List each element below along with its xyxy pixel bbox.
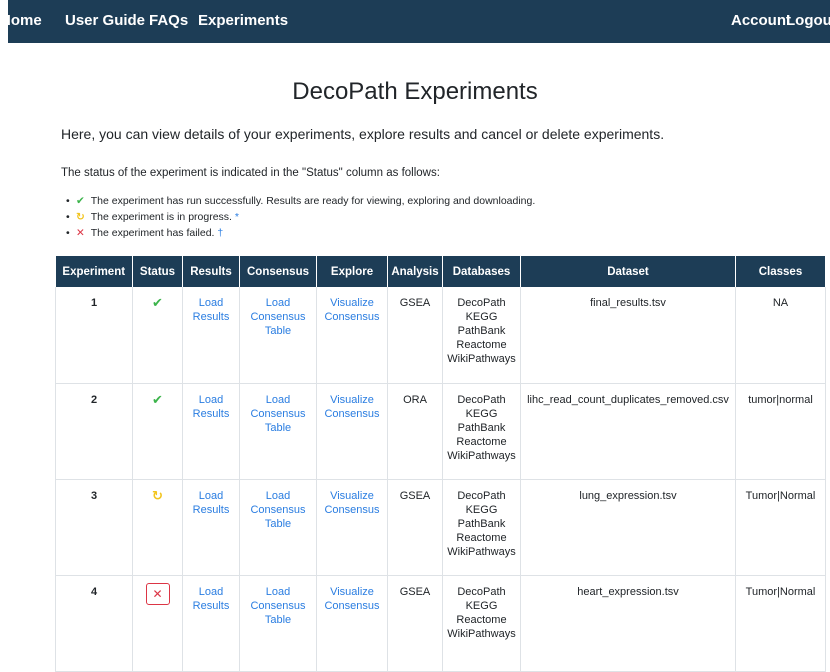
status-cell: ↻ (132, 479, 183, 576)
experiment-id: 2 (55, 383, 133, 480)
database-name: PathBank (457, 421, 506, 434)
table-header-row: Experiment Status Results Consensus Expl… (55, 256, 826, 287)
table-row: 1 ✔ Load Results Load Consensus Table Visual… (55, 287, 826, 384)
failed-icon: ✕ (76, 227, 85, 239)
database-name: DecoPath (457, 489, 506, 502)
database-name: KEGG (465, 503, 498, 516)
column-header-databases: Databases (442, 256, 521, 287)
classes-cell: NA (735, 287, 826, 384)
database-name: DecoPath (457, 393, 506, 406)
legend-item-failed: • ✕ The experiment has failed. † (66, 227, 224, 239)
analysis-cell: GSEA (387, 479, 443, 576)
analysis-cell: ORA (387, 383, 443, 480)
database-name: Reactome (456, 435, 507, 448)
nav-logout-link[interactable]: Logout (786, 12, 830, 30)
footnote-link[interactable]: † (217, 227, 223, 239)
load-consensus-table-link[interactable]: Load Consensus Table (250, 297, 305, 337)
nav-user-guide-link[interactable]: User Guide (65, 12, 145, 30)
database-name: DecoPath (457, 297, 506, 309)
column-header-classes: Classes (735, 256, 826, 287)
database-name: WikiPathways (447, 449, 516, 462)
status-note: The status of the experiment is indicate… (61, 167, 440, 179)
status-cell: ✔ (132, 287, 183, 384)
nav-account-link[interactable]: Account (731, 12, 791, 30)
visualize-consensus-link[interactable]: Visualize Consensus (324, 394, 379, 420)
check-icon: ✔ (152, 295, 163, 310)
database-name: PathBank (457, 517, 506, 530)
legend-item-success: • ✔ The experiment has run successfully. … (66, 195, 536, 207)
legend-text: The experiment has failed. (90, 227, 215, 239)
load-consensus-table-link[interactable]: Load Consensus Table (250, 394, 305, 434)
database-name: KEGG (465, 599, 498, 612)
load-consensus-table-link[interactable]: Load Consensus Table (250, 490, 305, 530)
table-row: 3 ↻ Load Results Load Consensus Table Visual… (55, 479, 826, 576)
column-header-dataset: Dataset (520, 256, 736, 287)
intro-text: Here, you can view details of your exper… (61, 126, 665, 142)
table-body: 1 ✔ Load Results Load Consensus Table Visual… (55, 287, 826, 672)
top-navbar: Home User Guide FAQs Experiments Account… (0, 0, 830, 43)
databases-cell: DecoPath KEGG PathBank Reactome WikiPathways (442, 383, 521, 480)
column-header-results: Results (182, 256, 240, 287)
load-results-link[interactable]: Load Results (193, 490, 230, 516)
nav-faqs-link[interactable]: FAQs (149, 12, 188, 30)
table-row: 4 ✕ Load Results Load Consensus Table Visual… (55, 575, 826, 672)
status-cell: ✕ (132, 575, 183, 672)
database-name: WikiPathways (447, 627, 516, 640)
classes-cell: Tumor|Normal (735, 479, 826, 576)
load-results-link[interactable]: Load Results (193, 586, 230, 612)
experiment-id: 1 (55, 287, 133, 384)
database-name: WikiPathways (447, 353, 516, 365)
visualize-consensus-link[interactable]: Visualize Consensus (324, 586, 379, 612)
database-name: KEGG (465, 311, 498, 323)
column-header-experiment: Experiment (55, 256, 133, 287)
analysis-cell: GSEA (387, 575, 443, 672)
analysis-cell: GSEA (387, 287, 443, 384)
load-results-link[interactable]: Load Results (193, 297, 230, 323)
database-name: Reactome (456, 613, 507, 626)
database-name: KEGG (465, 407, 498, 420)
check-icon: ✔ (76, 195, 85, 207)
load-consensus-table-link[interactable]: Load Consensus Table (250, 586, 305, 626)
experiment-id: 3 (55, 479, 133, 576)
nav-experiments-link[interactable]: Experiments (198, 12, 288, 30)
in-progress-icon: ↻ (152, 487, 163, 503)
databases-cell: DecoPath KEGG Reactome WikiPathways (442, 575, 521, 672)
experiment-id: 4 (55, 575, 133, 672)
classes-cell: Tumor|Normal (735, 575, 826, 672)
database-name: PathBank (457, 325, 506, 337)
column-header-analysis: Analysis (387, 256, 443, 287)
column-header-status: Status (132, 256, 183, 287)
column-header-consensus: Consensus (239, 256, 317, 287)
failed-icon[interactable]: ✕ (145, 582, 170, 605)
database-name: Reactome (456, 531, 507, 544)
databases-cell: DecoPath KEGG PathBank Reactome WikiPathways (442, 479, 521, 576)
experiments-table: Experiment Status Results Consensus Expl… (55, 256, 826, 672)
legend-item-in-progress: • ↻ The experiment is in progress. * (66, 211, 239, 223)
check-icon: ✔ (152, 391, 163, 407)
footnote-link[interactable]: * (235, 211, 239, 223)
dataset-cell: heart_expression.tsv (520, 575, 736, 672)
database-name: DecoPath (457, 585, 506, 598)
load-results-link[interactable]: Load Results (193, 394, 230, 420)
legend-text: The experiment is in progress. (90, 211, 232, 223)
databases-cell: DecoPath KEGG PathBank Reactome WikiPathways (442, 287, 521, 384)
dataset-cell: final_results.tsv (520, 287, 736, 384)
column-header-explore: Explore (316, 256, 388, 287)
database-name: Reactome (456, 339, 507, 351)
database-name: WikiPathways (447, 545, 516, 558)
classes-cell: tumor|normal (735, 383, 826, 480)
visualize-consensus-link[interactable]: Visualize Consensus (324, 297, 379, 323)
page-title: DecoPath Experiments (292, 78, 538, 105)
dataset-cell: lihc_read_count_duplicates_removed.csv (520, 383, 736, 480)
nav-home-link[interactable]: Home (0, 12, 42, 30)
in-progress-icon: ↻ (76, 211, 85, 223)
dataset-cell: lung_expression.tsv (520, 479, 736, 576)
visualize-consensus-link[interactable]: Visualize Consensus (324, 490, 379, 516)
table-row: 2 ✔ Load Results Load Consensus Table Visual… (55, 383, 826, 480)
legend-text: The experiment has run successfully. Res… (90, 195, 536, 207)
status-cell: ✔ (132, 383, 183, 480)
